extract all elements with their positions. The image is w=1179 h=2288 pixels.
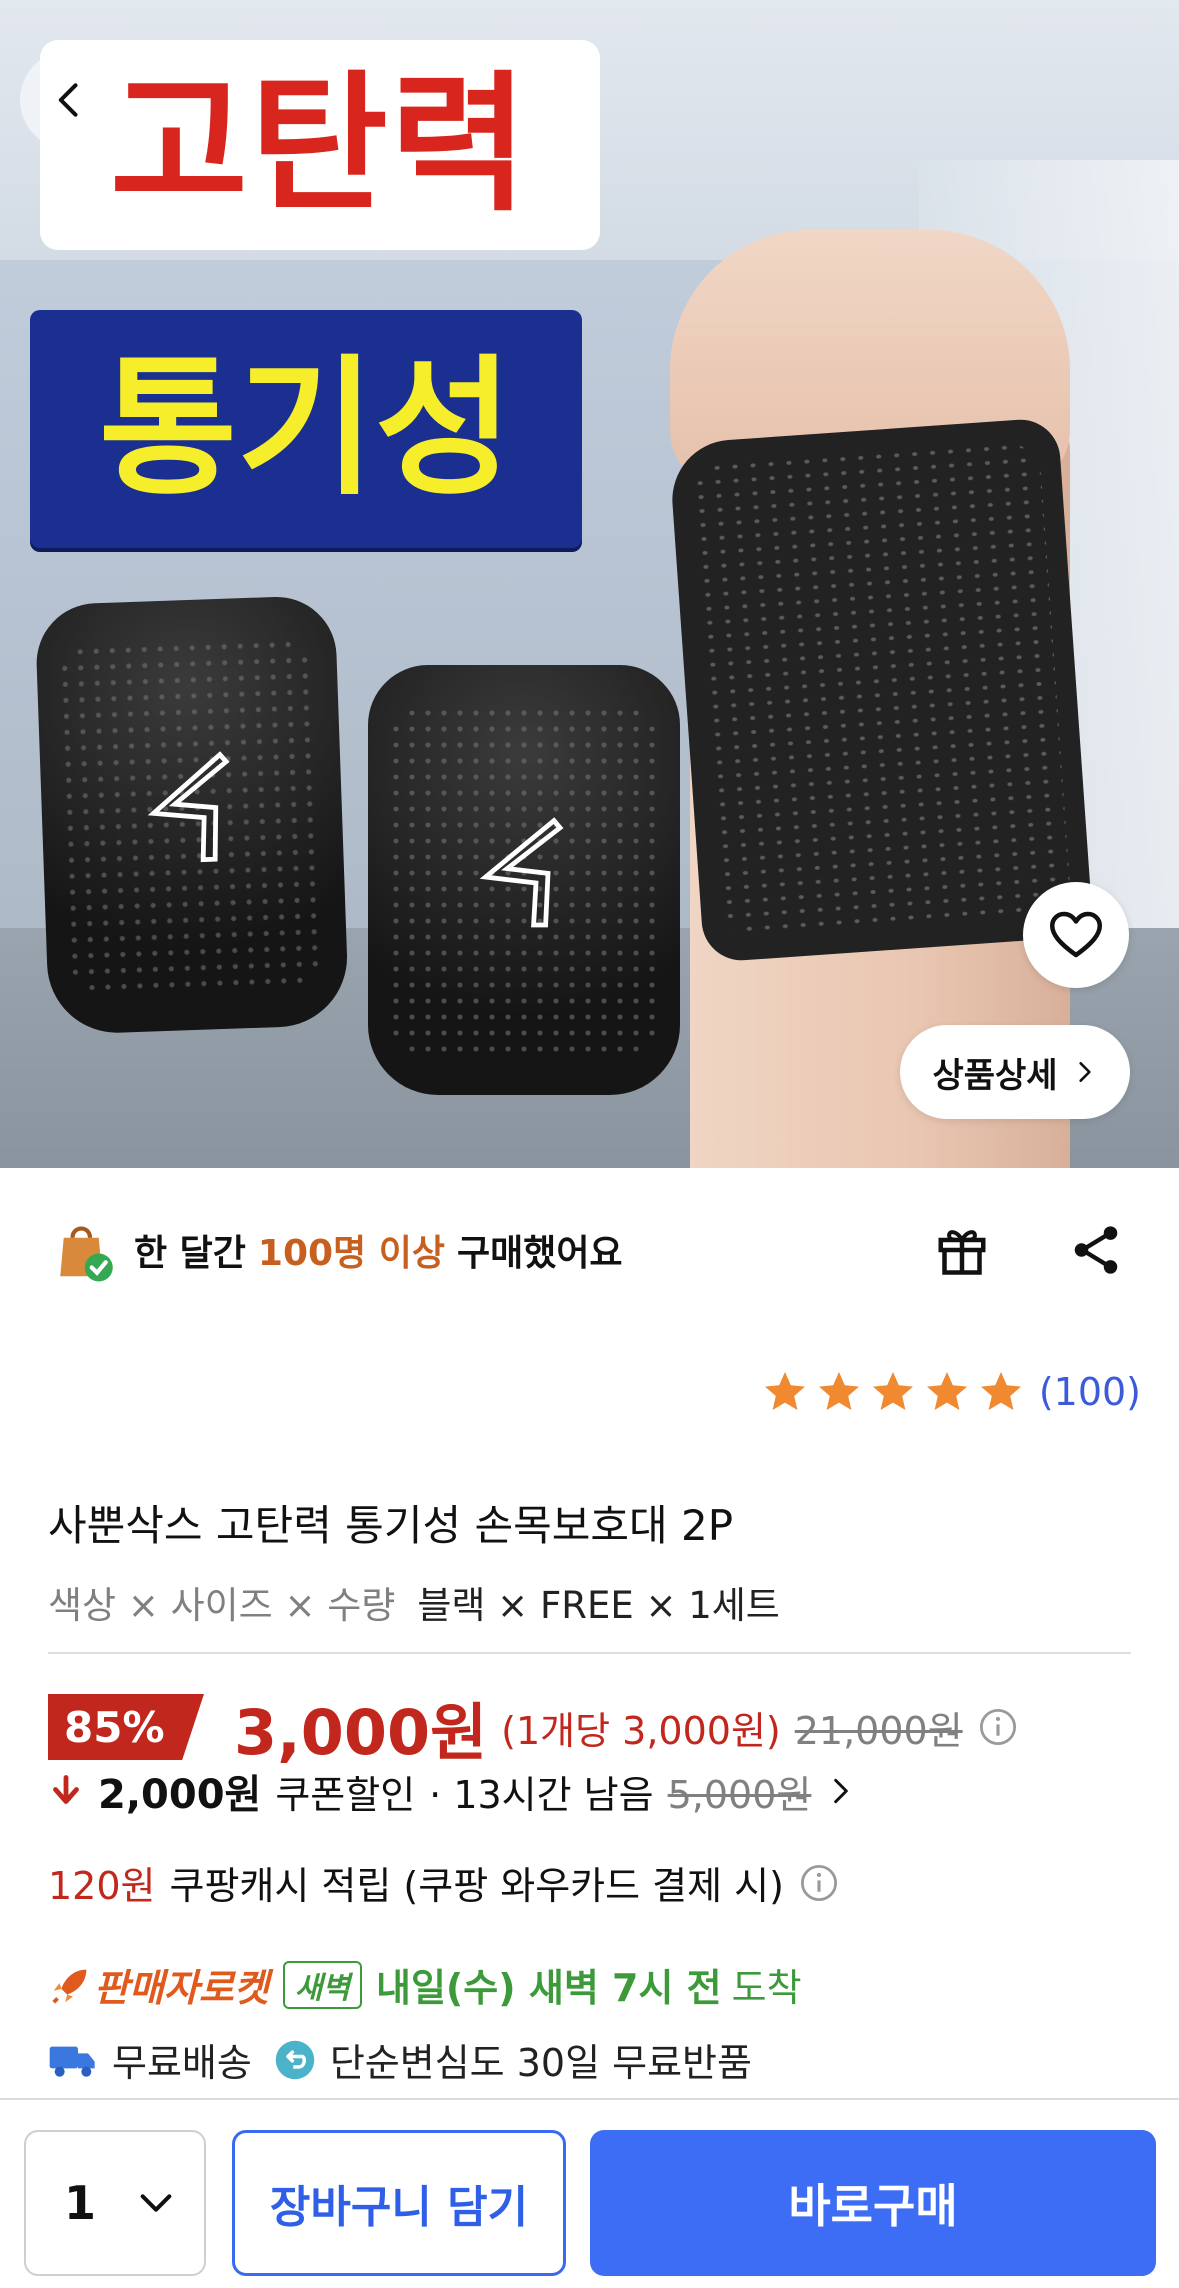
coupon-discount-row[interactable]: 2,000원 쿠폰할인 · 13시간 남음 5,000원	[48, 1762, 857, 1820]
seller-rocket-label: 판매자로켓	[94, 1966, 269, 2010]
bottom-action-bar: 1 장바구니 담기 바로구매	[0, 2098, 1179, 2288]
dawn-delivery-badge: 새벽	[282, 1960, 363, 2009]
coupon-amount: 2,000원	[98, 1772, 262, 1818]
arrow-down-icon	[53, 1775, 79, 1804]
shopping-bag-check-icon	[60, 1226, 113, 1282]
wrist-band-product-1	[34, 594, 350, 1036]
info-icon[interactable]	[798, 1862, 840, 1904]
return-icon	[275, 2040, 315, 2079]
purchase-prefix: 한 달간	[134, 1233, 246, 1274]
rocket-icon	[52, 1969, 87, 2004]
headline-elasticity-text: 고탄력	[109, 58, 530, 232]
original-price: 21,000원	[794, 1708, 963, 1753]
buy-now-button[interactable]: 바로구매	[590, 2130, 1156, 2276]
divider	[48, 1652, 1131, 1654]
action-icons	[927, 1215, 1131, 1285]
arrival-date: 내일(수) 새벽 7시 전	[376, 1966, 722, 2010]
discount-badge: 85%	[48, 1694, 204, 1760]
free-return-label: 단순변심도 30일 무료반품	[329, 2041, 752, 2085]
headline-breathable-text: 통기성	[98, 342, 513, 516]
heart-icon	[1050, 911, 1102, 958]
unit-price: (1개당 3,000원)	[501, 1708, 781, 1753]
gift-icon	[938, 1230, 986, 1275]
star-icon	[980, 1372, 1021, 1410]
star-icon	[872, 1372, 913, 1410]
option-selector[interactable]: 색상 × 사이즈 × 수량 블랙 × FREE × 1세트	[48, 1575, 780, 1629]
option-value: 블랙 × FREE × 1세트	[417, 1584, 780, 1627]
option-label: 색상 × 사이즈 × 수량	[48, 1584, 396, 1627]
sale-price: 3,000원	[234, 1696, 488, 1769]
coupon-label: 쿠폰할인	[275, 1772, 416, 1817]
quantity-value: 1	[64, 2176, 97, 2230]
star-icon	[818, 1372, 859, 1410]
chevron-left-icon	[58, 83, 78, 117]
quantity-select[interactable]: 1	[24, 2130, 206, 2276]
free-shipping-label: 무료배송	[112, 2041, 252, 2085]
purchase-count-banner: 한 달간 100명 이상 구매했어요	[48, 1215, 623, 1285]
star-icon	[764, 1372, 805, 1410]
delivery-row: 판매자로켓 새벽 내일(수) 새벽 7시 전 도착	[48, 1957, 802, 2012]
rating-summary[interactable]: (100)	[761, 1368, 1141, 1416]
cashback-text: 쿠팡캐시 적립 (쿠팡 와우카드 결제 시)	[169, 1864, 784, 1908]
coupon-original-price: 5,000원	[667, 1772, 812, 1817]
gift-button[interactable]	[927, 1215, 997, 1285]
discount-rate: 85%	[64, 1702, 165, 1752]
chevron-down-icon	[140, 2194, 172, 2212]
wrist-band-product-2	[368, 665, 680, 1095]
shipping-info-row: 무료배송 단순변심도 30일 무료반품	[48, 2032, 752, 2087]
cashback-amount: 120원	[48, 1864, 156, 1908]
headline-elasticity: 고탄력	[40, 40, 600, 250]
product-image[interactable]: 고탄력 통기성 상품상세	[0, 0, 1179, 1168]
brand-logo-icon	[147, 751, 230, 863]
coupon-time-left: · 13시간 남음	[429, 1772, 654, 1817]
share-button[interactable]	[1061, 1215, 1131, 1285]
add-to-cart-button[interactable]: 장바구니 담기	[232, 2130, 566, 2276]
brand-logo-icon	[479, 817, 564, 928]
product-title: 사뿐삭스 고탄력 통기성 손목보호대 2P	[48, 1501, 734, 1550]
back-button[interactable]	[20, 50, 120, 150]
wishlist-button[interactable]	[1023, 882, 1129, 988]
info-icon[interactable]	[977, 1706, 1019, 1748]
share-icon	[1074, 1226, 1118, 1274]
buy-now-label: 바로구매	[788, 2179, 958, 2233]
cashback-row: 120원 쿠팡캐시 적립 (쿠팡 와우카드 결제 시)	[48, 1855, 840, 1910]
headline-breathable: 통기성	[30, 310, 582, 548]
chevron-right-icon	[1078, 1062, 1091, 1082]
arrival-suffix: 도착	[731, 1966, 802, 2010]
product-detail-button[interactable]: 상품상세	[900, 1025, 1130, 1119]
truck-icon	[49, 2046, 95, 2077]
purchase-suffix: 구매했어요	[456, 1233, 623, 1274]
price-row: 85% 3,000원 (1개당 3,000원) 21,000원	[48, 1682, 1019, 1772]
purchase-count: 100명 이상	[257, 1233, 445, 1274]
review-count: (100)	[1038, 1370, 1141, 1414]
add-to-cart-label: 장바구니 담기	[269, 2182, 529, 2233]
star-icon	[926, 1372, 967, 1410]
product-detail-label: 상품상세	[932, 1055, 1058, 1096]
chevron-right-icon	[834, 1778, 849, 1804]
